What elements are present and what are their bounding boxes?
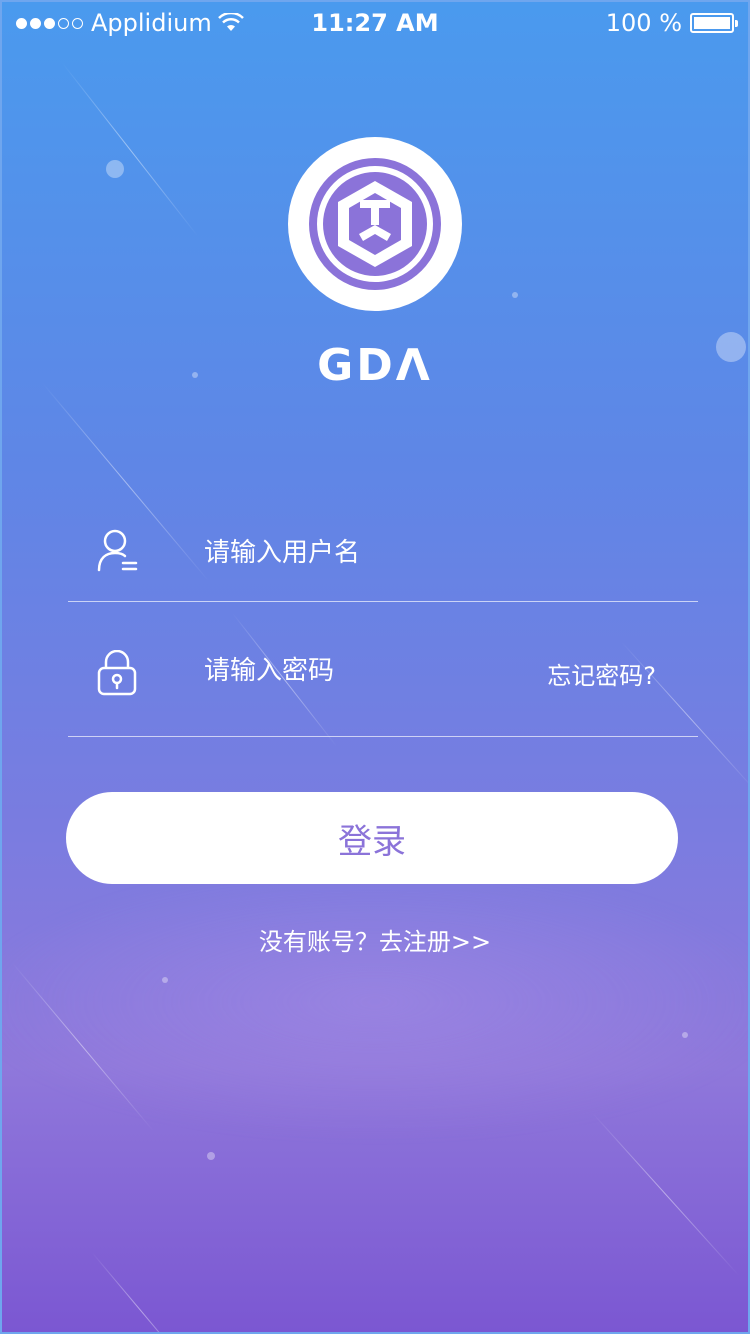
username-input[interactable]: [204, 530, 534, 576]
forgot-password-link[interactable]: 忘记密码?: [547, 656, 656, 691]
password-row: 忘记密码?: [68, 622, 698, 737]
hexagon-logo-icon: [309, 158, 441, 290]
username-row: [68, 502, 698, 602]
background-haze: [2, 862, 748, 1142]
login-button[interactable]: 登录: [66, 792, 678, 884]
user-icon: [97, 529, 138, 572]
bg-dot: [162, 977, 168, 983]
brand-name: GDΛ: [317, 340, 433, 391]
app-logo: [288, 137, 462, 311]
login-screen: Applidium 11:27 AM 100 % GDΛ 请输入用户名 忘记密码…: [0, 0, 750, 1334]
status-right: 100 %: [605, 9, 738, 37]
password-input[interactable]: [204, 648, 534, 694]
lock-icon: [97, 650, 137, 696]
bg-dot: [106, 160, 124, 178]
register-link[interactable]: 没有账号？去注册>>: [2, 922, 748, 957]
battery-percent: 100 %: [605, 9, 682, 37]
bg-dot: [682, 1032, 688, 1038]
battery-icon: [690, 13, 738, 33]
bg-streak: [61, 62, 198, 237]
bg-dot: [512, 292, 518, 298]
bg-streak: [91, 1252, 189, 1332]
status-bar: Applidium 11:27 AM 100 %: [2, 2, 748, 46]
bg-dot: [207, 1152, 215, 1160]
